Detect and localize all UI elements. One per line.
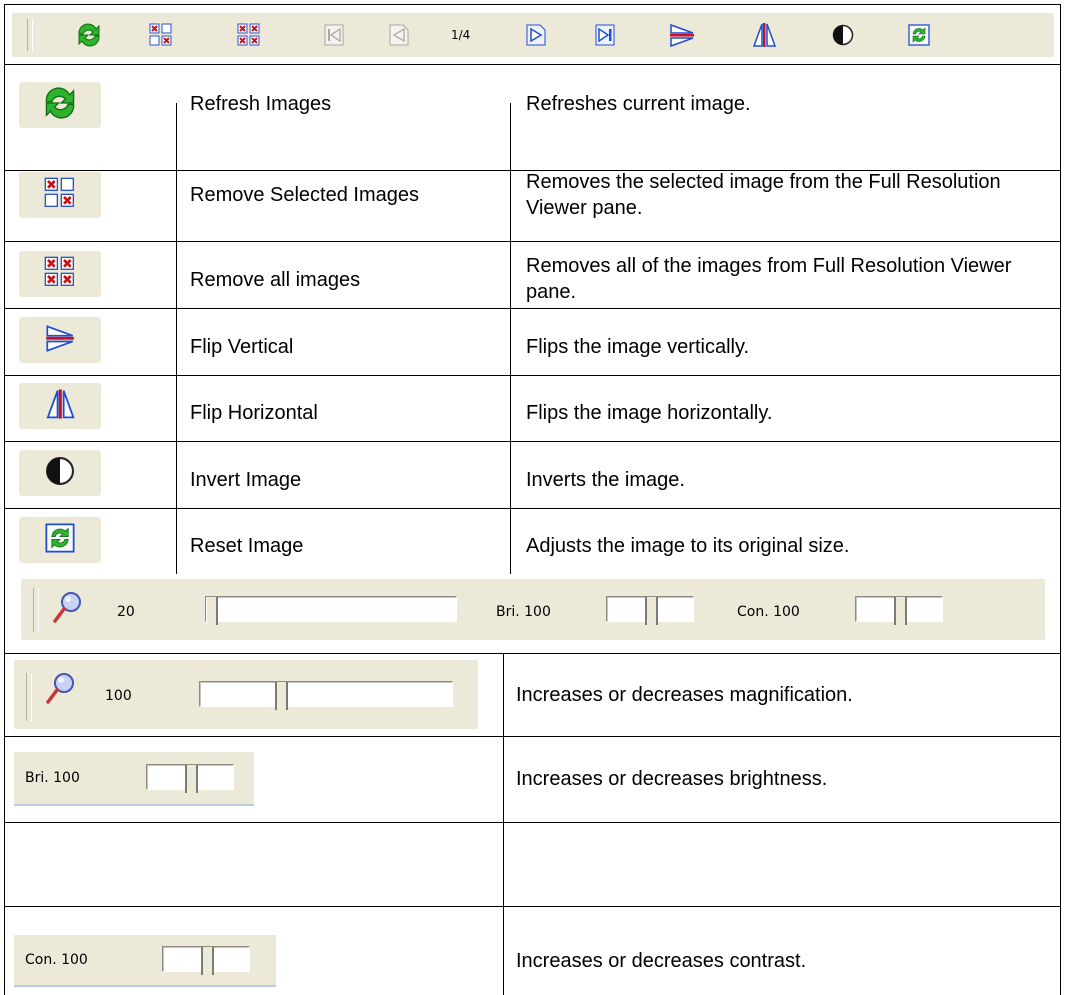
flip-horizontal-icon: [44, 387, 76, 426]
feature-name: Flip Vertical: [190, 336, 294, 358]
zoom-value: 20: [117, 604, 135, 620]
feature-desc: Removes the selected image from the Full…: [526, 171, 1001, 219]
invert-icon[interactable]: [829, 21, 857, 49]
feature-name: Flip Horizontal: [190, 402, 318, 424]
refresh-icon: [41, 84, 79, 127]
remove-all-button[interactable]: [19, 251, 101, 297]
contrast-slider-thumb[interactable]: [201, 947, 214, 975]
reset-icon[interactable]: [905, 21, 933, 49]
feature-desc: Adjusts the image to its original size.: [526, 535, 850, 557]
page-indicator: 1/4: [451, 28, 471, 42]
flip-vertical-button[interactable]: [19, 317, 101, 363]
slider-desc: Increases or decreases contrast.: [516, 950, 807, 972]
zoom-icon: [45, 672, 75, 709]
contrast-label: Con. 100: [737, 604, 800, 620]
flip-horizontal-icon[interactable]: [750, 21, 778, 49]
reset-button[interactable]: [19, 517, 101, 563]
magnification-slider-thumb[interactable]: [275, 682, 288, 710]
remove-all-icon: [44, 256, 76, 293]
feature-desc: Flips the image horizontally.: [526, 402, 773, 424]
contrast-label: Con. 100: [25, 952, 88, 968]
first-page-icon[interactable]: [320, 21, 348, 49]
refresh-icon[interactable]: [75, 21, 103, 49]
remove-all-icon[interactable]: [235, 21, 263, 49]
slider-desc: Increases or decreases brightness.: [516, 768, 828, 790]
remove-selected-icon: [44, 177, 76, 214]
brightness-label: Bri. 100: [25, 770, 80, 786]
brightness-label: Bri. 100: [496, 604, 551, 620]
brightness-slider[interactable]: [606, 596, 694, 625]
toolbar-grip[interactable]: [27, 19, 33, 51]
toolbar-grip[interactable]: [26, 673, 32, 721]
feature-name: Remove all images: [190, 269, 361, 291]
brightness-slider-thumb[interactable]: [185, 765, 198, 793]
flip-horizontal-button[interactable]: [19, 383, 101, 429]
flip-vertical-icon[interactable]: [668, 21, 696, 49]
feature-name: Remove Selected Images: [190, 184, 420, 206]
last-page-icon[interactable]: [591, 21, 619, 49]
contrast-slider[interactable]: [855, 596, 943, 625]
refresh-button[interactable]: [19, 82, 101, 128]
magnification-slider[interactable]: [199, 681, 453, 710]
contrast-slider-thumb[interactable]: [894, 597, 907, 625]
feature-name: Invert Image: [190, 469, 302, 491]
feature-name: Reset Image: [190, 535, 304, 557]
remove-selected-icon[interactable]: [147, 21, 175, 49]
previous-page-icon[interactable]: [385, 21, 413, 49]
invert-icon: [45, 456, 75, 491]
zoom-slider[interactable]: [205, 596, 457, 625]
feature-desc: Refreshes current image.: [526, 93, 751, 115]
feature-desc: Flips the image vertically.: [526, 336, 750, 358]
reset-icon: [45, 522, 75, 558]
feature-desc: Inverts the image.: [526, 469, 685, 491]
zoom-slider-thumb[interactable]: [206, 597, 218, 625]
feature-desc: Removes all of the images from Full Reso…: [526, 255, 1012, 303]
contrast-slider[interactable]: [162, 946, 250, 975]
toolbar-separator: [14, 804, 254, 806]
next-page-icon[interactable]: [522, 21, 550, 49]
remove-selected-button[interactable]: [19, 172, 101, 218]
toolbar-grip[interactable]: [33, 588, 39, 632]
toolbar-separator: [14, 985, 276, 987]
magnification-value: 100: [105, 688, 132, 704]
brightness-slider[interactable]: [146, 764, 234, 793]
flip-vertical-icon: [43, 323, 77, 358]
feature-name: Refresh Images: [190, 93, 332, 115]
invert-button[interactable]: [19, 450, 101, 496]
zoom-icon: [52, 591, 82, 628]
slider-desc: Increases or decreases magnification.: [516, 684, 853, 706]
brightness-slider-thumb[interactable]: [645, 597, 658, 625]
